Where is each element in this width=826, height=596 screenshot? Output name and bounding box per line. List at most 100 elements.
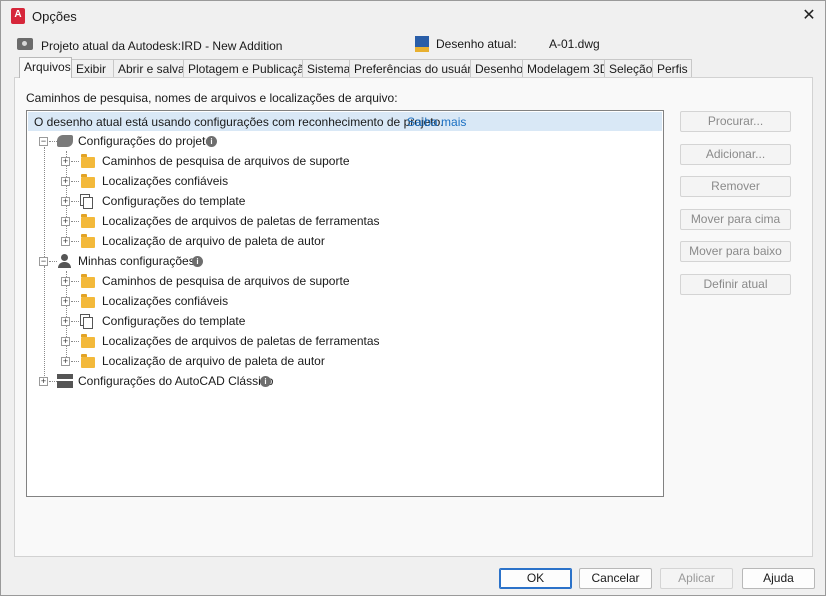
move-up-button[interactable]: Mover para cima	[680, 209, 791, 230]
tab-sistema[interactable]: Sistema	[302, 59, 350, 78]
tree-node-template-settings[interactable]: + Configurações do template	[27, 191, 661, 211]
template-icon	[80, 314, 93, 329]
expand-toggle[interactable]: +	[61, 177, 70, 186]
project-settings-icon	[57, 135, 73, 147]
apply-button[interactable]: Aplicar	[660, 568, 733, 589]
folder-icon	[81, 334, 95, 348]
tree-connector	[71, 341, 79, 342]
tab-abrir-e-salvar[interactable]: Abrir e salvar	[113, 59, 189, 78]
expand-toggle[interactable]: +	[61, 357, 70, 366]
ok-button[interactable]: OK	[499, 568, 572, 589]
tree-node-label: Localizações de arquivos de paletas de f…	[102, 214, 380, 228]
tree-node-tool-palettes[interactable]: + Localizações de arquivos de paletas de…	[27, 211, 661, 231]
options-dialog: A Opções ✕ Projeto atual da Autodesk:IRD…	[0, 0, 826, 596]
close-button[interactable]: ✕	[793, 1, 825, 32]
tab-modelagem-3d[interactable]: Modelagem 3D	[522, 59, 608, 78]
dialog-title: Opções	[32, 9, 77, 24]
files-tab-panel: Caminhos de pesquisa, nomes de arquivos …	[14, 77, 813, 557]
tree-node-trusted-locations[interactable]: + Localizações confiáveis	[27, 171, 661, 191]
folder-icon	[81, 174, 95, 188]
tree-node-label: Localizações confiáveis	[102, 294, 229, 308]
tree-node-tool-palettes[interactable]: + Localizações de arquivos de paletas de…	[27, 331, 661, 351]
tree-node-label: Localizações de arquivos de paletas de f…	[102, 334, 380, 348]
drawing-value: A-01.dwg	[549, 37, 600, 51]
title-bar: A Opções ✕	[1, 1, 825, 32]
project-icon	[17, 38, 33, 50]
tab-exibir[interactable]: Exibir	[71, 59, 114, 78]
help-button[interactable]: Ajuda	[742, 568, 815, 589]
cancel-button[interactable]: Cancelar	[579, 568, 652, 589]
tree-node-authoring-palette[interactable]: + Localização de arquivo de paleta de au…	[27, 231, 661, 251]
tree-node-label: Localização de arquivo de paleta de auto…	[102, 354, 325, 368]
tab-desenho[interactable]: Desenho	[470, 59, 523, 78]
tab-selecao[interactable]: Seleção	[604, 59, 653, 78]
tree-node-label: Configurações do projeto	[78, 134, 213, 148]
folder-icon	[81, 234, 95, 248]
tree-connector	[71, 301, 79, 302]
template-icon	[80, 194, 93, 209]
folder-icon	[81, 154, 95, 168]
tree-connector	[71, 161, 79, 162]
folder-icon	[81, 354, 95, 368]
tree-connector	[71, 361, 79, 362]
expand-toggle[interactable]: +	[61, 157, 70, 166]
tree-node-label: Minhas configurações	[78, 254, 195, 268]
tree-connector	[71, 281, 79, 282]
banner-text: O desenho atual está usando configuraçõe…	[34, 115, 444, 129]
tree-connector	[71, 201, 79, 202]
expand-toggle[interactable]: +	[61, 237, 70, 246]
expand-toggle[interactable]: +	[61, 297, 70, 306]
folder-icon	[81, 274, 95, 288]
tree-node-label: Caminhos de pesquisa de arquivos de supo…	[102, 274, 350, 288]
tree-connector	[49, 381, 57, 382]
browse-button[interactable]: Procurar...	[680, 111, 791, 132]
user-icon	[58, 254, 72, 269]
learn-more-link[interactable]: Saiba mais	[407, 115, 466, 129]
panel-caption: Caminhos de pesquisa, nomes de arquivos …	[26, 91, 398, 105]
tab-arquivos[interactable]: Arquivos	[19, 57, 72, 78]
autocad-app-icon: A	[11, 8, 25, 24]
project-banner: O desenho atual está usando configuraçõe…	[28, 112, 662, 131]
info-icon[interactable]: i	[192, 256, 203, 267]
tree-node-label: Caminhos de pesquisa de arquivos de supo…	[102, 154, 350, 168]
tree-node-label: Configurações do template	[102, 194, 246, 208]
tree-node-template-settings[interactable]: + Configurações do template	[27, 311, 661, 331]
tree-node-label: Localizações confiáveis	[102, 174, 229, 188]
expand-toggle[interactable]: +	[61, 277, 70, 286]
tree-connector	[49, 261, 57, 262]
tree-node-support-paths[interactable]: + Caminhos de pesquisa de arquivos de su…	[27, 151, 661, 171]
tab-preferencias[interactable]: Preferências do usuário	[349, 59, 481, 78]
folder-icon	[81, 214, 95, 228]
tree-node-authoring-palette[interactable]: + Localização de arquivo de paleta de au…	[27, 351, 661, 371]
tab-perfis[interactable]: Perfis	[652, 59, 692, 78]
expand-toggle[interactable]: +	[39, 377, 48, 386]
tree-connector	[71, 321, 79, 322]
move-down-button[interactable]: Mover para baixo	[680, 241, 791, 262]
tree-connector	[49, 141, 57, 142]
collapse-toggle[interactable]: −	[39, 137, 48, 146]
set-current-button[interactable]: Definir atual	[680, 274, 791, 295]
tree-node-trusted-locations[interactable]: + Localizações confiáveis	[27, 291, 661, 311]
expand-toggle[interactable]: +	[61, 217, 70, 226]
tree-node-classic-settings[interactable]: + Configurações do AutoCAD Clássico i	[27, 371, 661, 391]
tree-connector	[71, 221, 79, 222]
info-icon[interactable]: i	[206, 136, 217, 147]
expand-toggle[interactable]: +	[61, 197, 70, 206]
tree-node-my-settings[interactable]: − Minhas configurações i	[27, 251, 661, 271]
info-bar: Projeto atual da Autodesk:IRD - New Addi…	[1, 35, 825, 55]
add-button[interactable]: Adicionar...	[680, 144, 791, 165]
tree-connector	[71, 241, 79, 242]
tree-node-support-paths[interactable]: + Caminhos de pesquisa de arquivos de su…	[27, 271, 661, 291]
project-label: Projeto atual da Autodesk:IRD - New Addi…	[41, 39, 283, 53]
expand-toggle[interactable]: +	[61, 317, 70, 326]
tree-connector	[71, 181, 79, 182]
folder-icon	[81, 294, 95, 308]
tab-plotagem[interactable]: Plotagem e Publicação	[183, 59, 311, 78]
expand-toggle[interactable]: +	[61, 337, 70, 346]
tree-node-project-settings[interactable]: − Configurações do projeto i	[27, 131, 661, 151]
file-paths-tree[interactable]: O desenho atual está usando configuraçõe…	[26, 110, 664, 497]
remove-button[interactable]: Remover	[680, 176, 791, 197]
info-icon[interactable]: i	[260, 376, 271, 387]
tree-node-label: Configurações do AutoCAD Clássico	[78, 374, 274, 388]
collapse-toggle[interactable]: −	[39, 257, 48, 266]
